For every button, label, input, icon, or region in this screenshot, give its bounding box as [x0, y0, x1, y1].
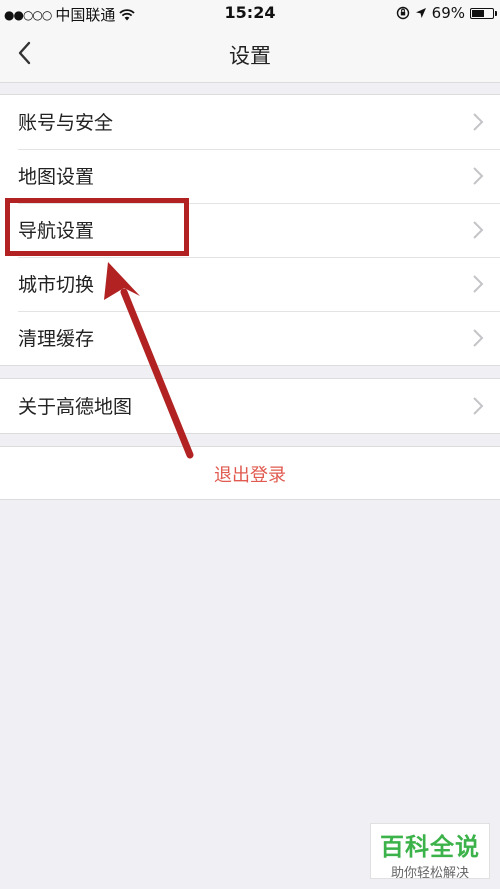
battery-icon — [470, 7, 497, 19]
page-title: 设置 — [229, 44, 271, 68]
annotation-highlight-box — [5, 198, 189, 256]
status-bar: ●●○○○ 中国联通 15:24 69% — [0, 0, 500, 26]
settings-item-label: 城市切换 — [18, 274, 95, 296]
settings-item-label: 关于高德地图 — [18, 396, 133, 418]
status-right: 69% — [396, 4, 497, 22]
chevron-right-icon — [473, 113, 484, 131]
settings-item-account-security[interactable]: 账号与安全 — [0, 95, 500, 149]
watermark-brand: 百科全说 — [380, 833, 480, 861]
chevron-right-icon — [473, 397, 484, 415]
settings-group-about: 关于高德地图 — [0, 378, 500, 434]
settings-item-label: 地图设置 — [18, 166, 95, 188]
chevron-right-icon — [473, 329, 484, 347]
settings-item-city-switch[interactable]: 城市切换 — [0, 257, 500, 311]
battery-percent: 69% — [431, 4, 465, 22]
battery-fill — [472, 9, 484, 17]
logout-label: 退出登录 — [214, 465, 286, 486]
settings-item-label: 账号与安全 — [18, 112, 114, 134]
watermark-logo: 百科全说 助你轻松解决 — [370, 823, 490, 881]
settings-item-clear-cache[interactable]: 清理缓存 — [0, 311, 500, 365]
orientation-lock-icon — [396, 6, 409, 20]
navigation-bar: 设置 — [0, 26, 500, 83]
settings-item-about-amap[interactable]: 关于高德地图 — [0, 379, 500, 433]
settings-item-label: 清理缓存 — [18, 328, 95, 350]
settings-item-map-settings[interactable]: 地图设置 — [0, 149, 500, 203]
chevron-right-icon — [473, 167, 484, 185]
watermark-slogan: 助你轻松解决 — [390, 866, 469, 881]
location-arrow-icon — [415, 8, 426, 18]
chevron-right-icon — [473, 221, 484, 239]
logout-button[interactable]: 退出登录 — [0, 446, 500, 500]
chevron-right-icon — [473, 275, 484, 293]
